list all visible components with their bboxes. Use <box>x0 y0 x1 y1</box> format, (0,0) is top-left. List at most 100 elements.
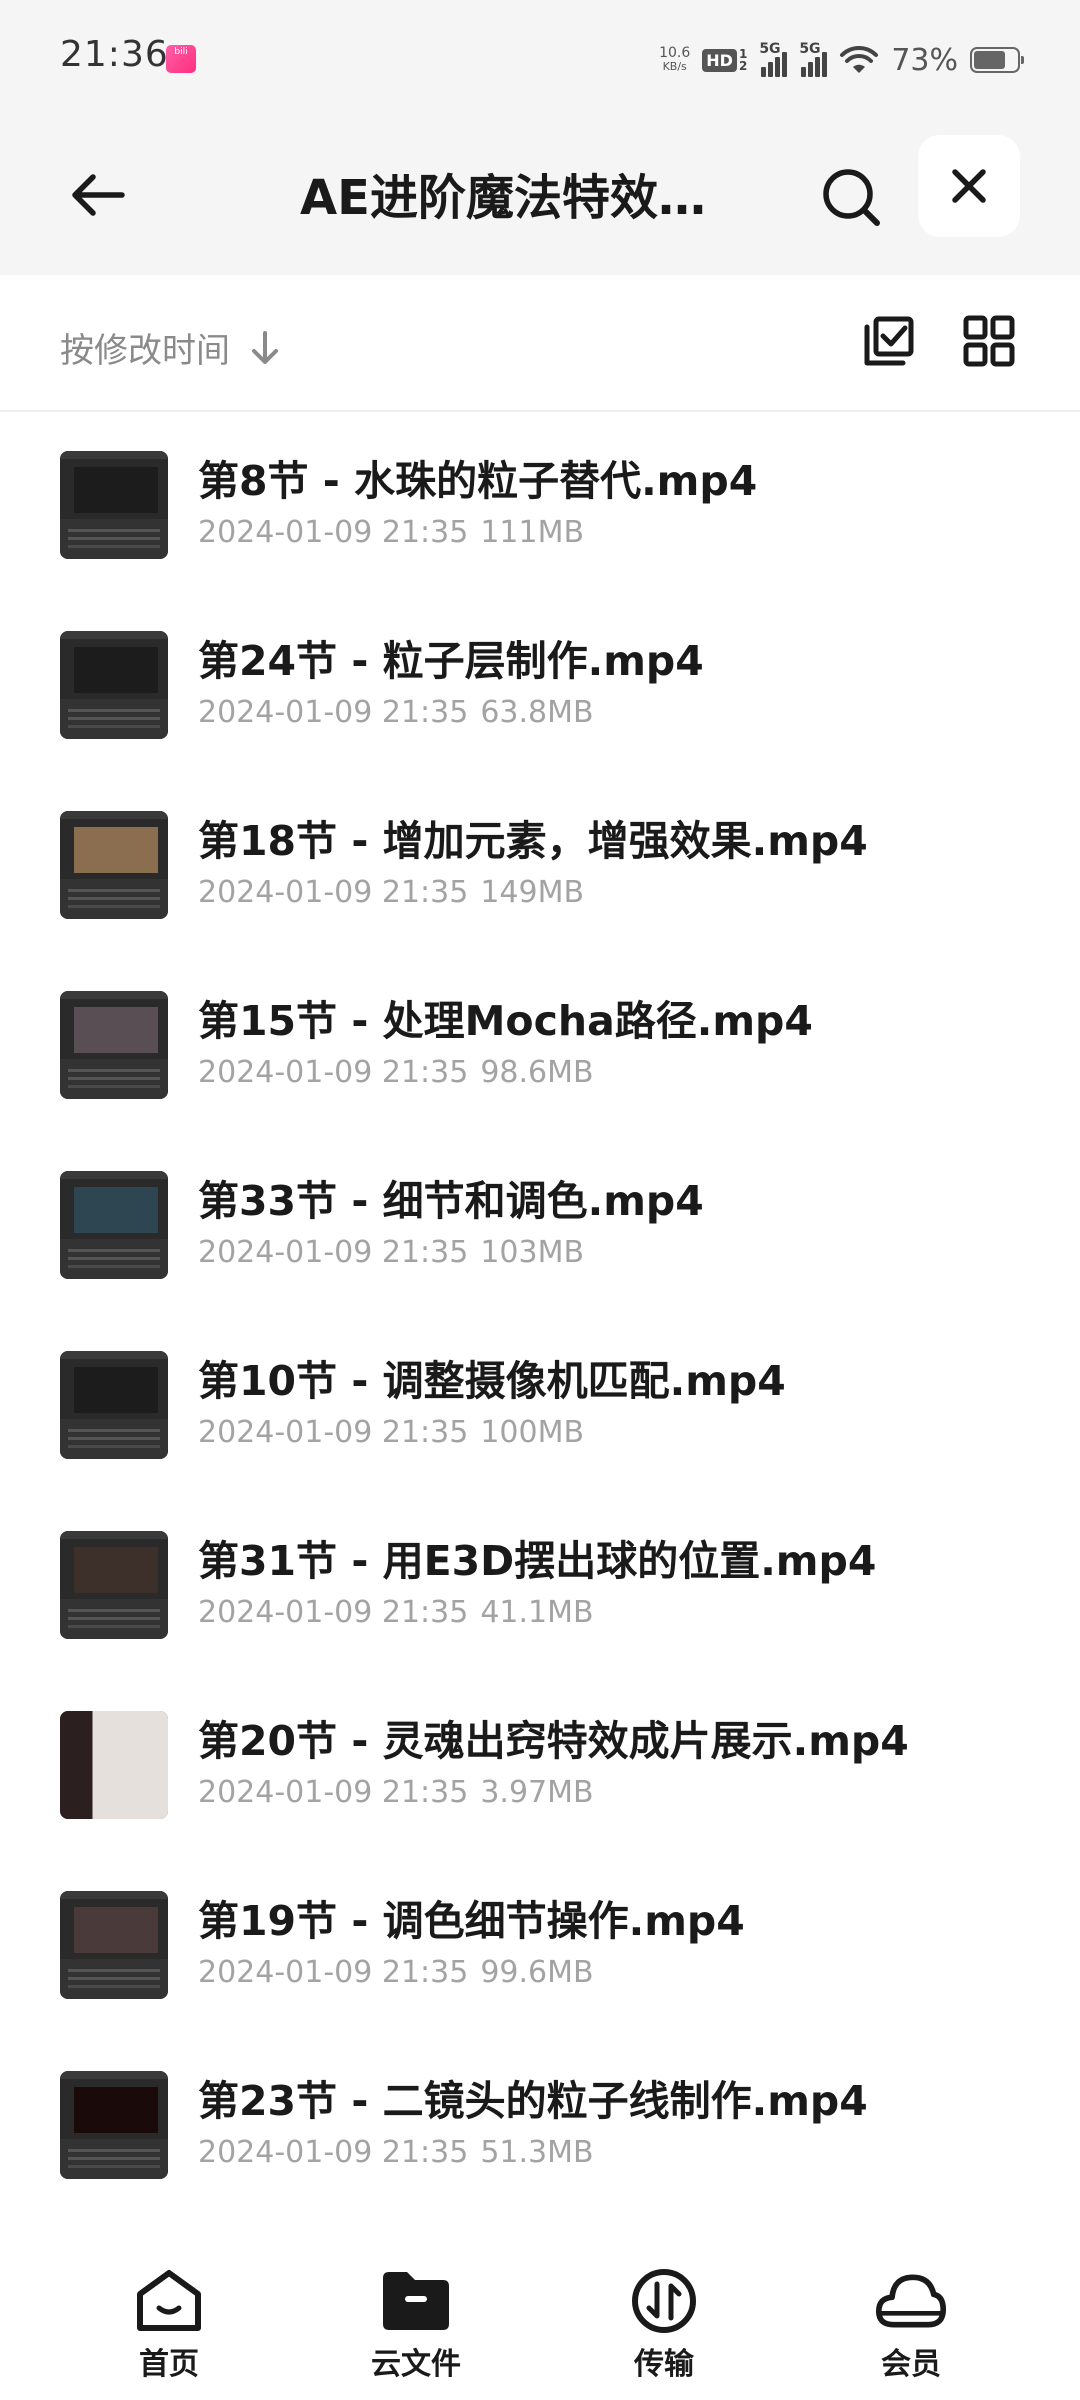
file-name: 第31节 - 用E3D摆出球的位置.mp4 <box>198 1537 877 1585</box>
video-thumbnail <box>60 1351 168 1459</box>
battery-percent: 73% <box>891 42 958 78</box>
file-date: 2024-01-09 21:35 <box>198 2135 469 2170</box>
sort-bar: 按修改时间 <box>0 275 1080 412</box>
wifi-icon <box>840 45 879 73</box>
multi-select-button[interactable] <box>858 310 920 372</box>
nav-label-transfer: 传输 <box>634 2347 694 2382</box>
file-size: 63.8MB <box>480 695 594 730</box>
folder-icon <box>380 2265 452 2337</box>
nav-item-transfer[interactable]: 传输 <box>584 2265 744 2385</box>
network-speed-value: 10.6 <box>659 45 691 61</box>
file-name: 第20节 - 灵魂出窍特效成片展示.mp4 <box>198 1717 909 1765</box>
file-meta: 2024-01-09 21:35 111MB <box>198 515 584 550</box>
file-row[interactable]: 第18节 - 增加元素，增强效果.mp4 2024-01-09 21:35 149… <box>0 775 1080 955</box>
file-row[interactable]: 第19节 - 调色细节操作.mp4 2024-01-09 21:35 99.6MB <box>0 1855 1080 2035</box>
file-size: 149MB <box>480 875 585 910</box>
video-thumbnail <box>60 1171 168 1279</box>
file-size: 103MB <box>480 1235 585 1270</box>
file-size: 98.6MB <box>480 1055 594 1090</box>
status-bar: 21:36 bili 10.6 KB/s HD 1 2 5G 5G 73% <box>0 0 1080 120</box>
signal-sim2-icon: 5G <box>799 41 828 77</box>
arrow-down-icon <box>252 330 278 364</box>
file-size: 111MB <box>480 515 585 550</box>
hd-sub-bottom: 2 <box>738 59 748 73</box>
file-row[interactable]: 第20节 - 灵魂出窍特效成片展示.mp4 2024-01-09 21:35 3.… <box>0 1675 1080 1855</box>
video-thumbnail <box>60 1531 168 1639</box>
hd-label: HD <box>702 48 737 72</box>
nav-item-home[interactable]: 首页 <box>89 2265 249 2385</box>
video-thumbnail <box>60 1711 168 1819</box>
file-date: 2024-01-09 21:35 <box>198 1775 469 1810</box>
status-indicators: 10.6 KB/s HD 1 2 5G 5G 73% <box>659 38 1024 82</box>
file-name: 第24节 - 粒子层制作.mp4 <box>198 637 704 685</box>
search-icon <box>823 169 880 226</box>
search-button[interactable] <box>806 152 896 242</box>
file-row[interactable]: 第24节 - 粒子层制作.mp4 2024-01-09 21:35 63.8MB <box>0 595 1080 775</box>
file-size: 100MB <box>480 1415 585 1450</box>
file-meta: 2024-01-09 21:35 63.8MB <box>198 695 594 730</box>
file-name: 第8节 - 水珠的粒子替代.mp4 <box>198 457 758 505</box>
sim1-label: 5G <box>759 41 781 57</box>
file-meta: 2024-01-09 21:35 149MB <box>198 875 584 910</box>
file-size: 99.6MB <box>480 1955 594 1990</box>
file-row[interactable]: 第10节 - 调整摄像机匹配.mp4 2024-01-09 21:35 100MB <box>0 1315 1080 1495</box>
file-name: 第15节 - 处理Mocha路径.mp4 <box>198 997 813 1045</box>
nav-item-cloud-files[interactable]: 云文件 <box>336 2265 496 2385</box>
file-date: 2024-01-09 21:35 <box>198 1235 469 1270</box>
grid-view-button[interactable] <box>958 310 1020 372</box>
transfer-icon <box>628 2265 700 2337</box>
battery-level <box>974 51 1005 69</box>
signal-sim1-icon: 5G <box>759 41 788 77</box>
file-name: 第10节 - 调整摄像机匹配.mp4 <box>198 1357 786 1405</box>
close-icon <box>952 169 986 203</box>
back-button[interactable] <box>52 150 142 240</box>
sim2-label: 5G <box>799 41 821 57</box>
file-size: 3.97MB <box>480 1775 594 1810</box>
multi-select-icon <box>864 316 914 366</box>
file-name: 第19节 - 调色细节操作.mp4 <box>198 1897 745 1945</box>
file-date: 2024-01-09 21:35 <box>198 515 469 550</box>
file-date: 2024-01-09 21:35 <box>198 1415 469 1450</box>
nav-label-membership: 会员 <box>881 2347 941 2382</box>
file-row[interactable]: 第33节 - 细节和调色.mp4 2024-01-09 21:35 103MB <box>0 1135 1080 1315</box>
network-speed: 10.6 KB/s <box>659 46 690 74</box>
page-title: AE进阶魔法特效案… <box>300 170 750 226</box>
sort-label: 按修改时间 <box>60 331 230 371</box>
file-name: 第23节 - 二镜头的粒子线制作.mp4 <box>198 2077 868 2125</box>
video-thumbnail <box>60 991 168 1099</box>
file-size: 41.1MB <box>480 1595 594 1630</box>
status-time: 21:36 <box>60 34 169 75</box>
video-thumbnail <box>60 811 168 919</box>
file-date: 2024-01-09 21:35 <box>198 1955 469 1990</box>
cloud-icon <box>875 2265 947 2337</box>
nav-label-home: 首页 <box>139 2347 199 2382</box>
close-button[interactable] <box>918 135 1020 237</box>
file-meta: 2024-01-09 21:35 103MB <box>198 1235 584 1270</box>
video-thumbnail <box>60 631 168 739</box>
file-date: 2024-01-09 21:35 <box>198 695 469 730</box>
nav-item-membership[interactable]: 会员 <box>831 2265 991 2385</box>
file-meta: 2024-01-09 21:35 98.6MB <box>198 1055 594 1090</box>
hd-voice-icon: HD 1 2 <box>702 48 747 72</box>
sort-dropdown[interactable]: 按修改时间 <box>60 323 280 372</box>
video-thumbnail <box>60 2071 168 2179</box>
arrow-left-icon <box>72 174 125 216</box>
app-notification-icon: bili <box>166 45 196 73</box>
file-date: 2024-01-09 21:35 <box>198 1055 469 1090</box>
file-row[interactable]: 第8节 - 水珠的粒子替代.mp4 2024-01-09 21:35 111MB <box>0 415 1080 595</box>
file-browser-screen: 21:36 bili 10.6 KB/s HD 1 2 5G 5G 73% AE… <box>0 0 1080 2400</box>
file-list: 第8节 - 水珠的粒子替代.mp4 2024-01-09 21:35 111MB … <box>0 415 1080 2215</box>
file-row[interactable]: 第31节 - 用E3D摆出球的位置.mp4 2024-01-09 21:35 41… <box>0 1495 1080 1675</box>
file-meta: 2024-01-09 21:35 100MB <box>198 1415 584 1450</box>
file-meta: 2024-01-09 21:35 3.97MB <box>198 1775 594 1810</box>
battery-icon <box>970 47 1024 73</box>
file-row[interactable]: 第23节 - 二镜头的粒子线制作.mp4 2024-01-09 21:35 51.… <box>0 2035 1080 2215</box>
bottom-nav: 首页 云文件 传输 会员 <box>0 2240 1080 2400</box>
nav-label-cloud-files: 云文件 <box>371 2347 461 2382</box>
video-thumbnail <box>60 1891 168 1999</box>
file-size: 51.3MB <box>480 2135 594 2170</box>
home-icon <box>133 2265 205 2337</box>
header: AE进阶魔法特效案… <box>0 120 1080 275</box>
file-date: 2024-01-09 21:35 <box>198 1595 469 1630</box>
file-row[interactable]: 第15节 - 处理Mocha路径.mp4 2024-01-09 21:35 98.… <box>0 955 1080 1135</box>
